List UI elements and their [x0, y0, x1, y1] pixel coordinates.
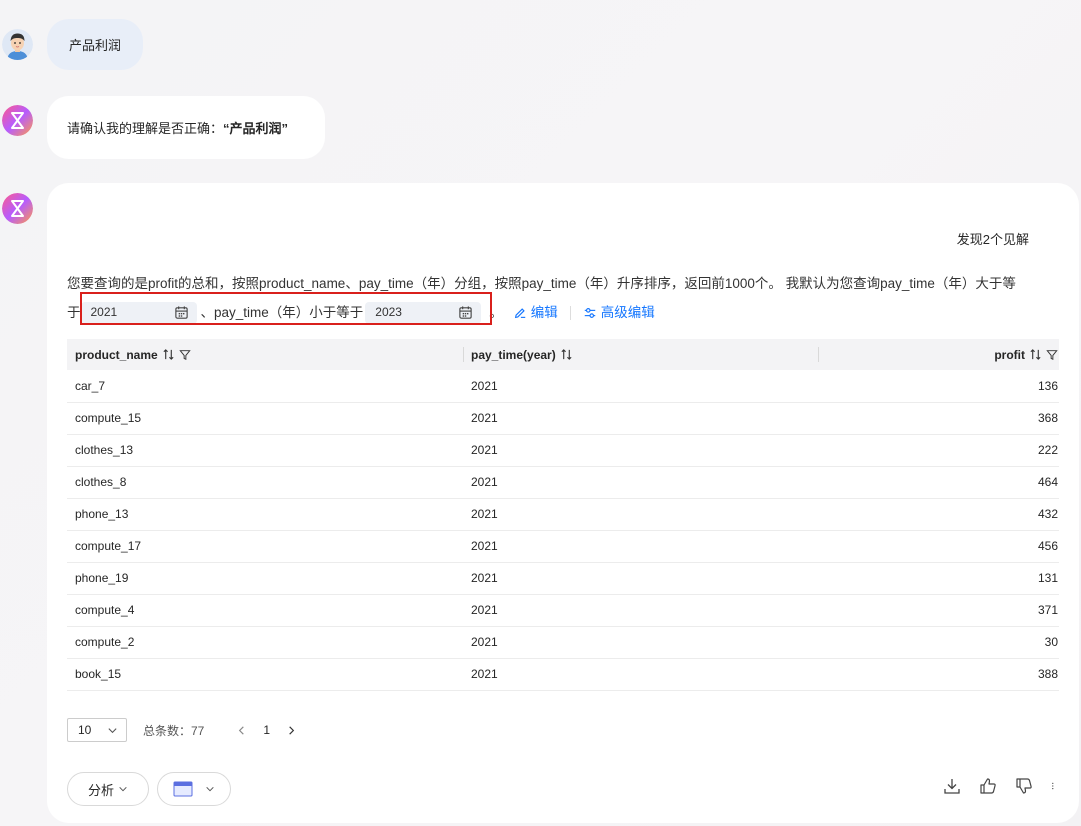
- chevron-down-icon: [108, 727, 117, 733]
- table-row: compute_2 2021 30: [67, 626, 1059, 659]
- cell-product-name: compute_17: [67, 530, 463, 563]
- confirm-prefix: 请确认我的理解是否正确：: [67, 121, 224, 136]
- to-year-picker[interactable]: 2023: [365, 301, 482, 324]
- cell-product-name: car_7: [67, 370, 463, 403]
- pencil-icon: [514, 307, 526, 318]
- column-header-product-name[interactable]: product_name: [67, 339, 463, 370]
- user-message-text: 产品利润: [68, 38, 121, 53]
- from-year-value: 2021: [90, 305, 118, 319]
- sort-icon[interactable]: [1029, 348, 1042, 361]
- pagination: 10 总条数：77 1: [67, 718, 297, 742]
- chart-type-dropdown-button[interactable]: [157, 772, 231, 806]
- cell-pay-time: 2021: [463, 434, 818, 467]
- table-row: compute_15 2021 368: [67, 402, 1059, 435]
- column-header-pay-time[interactable]: pay_time(year): [463, 339, 818, 370]
- chevron-down-icon: [206, 786, 214, 792]
- description-yu: 于: [67, 305, 81, 320]
- chevron-right-icon[interactable]: [286, 725, 297, 736]
- advanced-edit-button[interactable]: 高级编辑: [583, 298, 655, 327]
- header-label: profit: [994, 347, 1025, 362]
- cell-profit: 456: [818, 530, 1059, 563]
- table-view-icon: [173, 781, 193, 797]
- result-card: 发现2个见解 您要查询的是profit的总和，按照product_name、pa…: [47, 183, 1079, 823]
- cell-profit: 464: [818, 466, 1059, 499]
- table-header-row: product_name pay_time(year) profit: [67, 339, 1059, 370]
- sort-icon[interactable]: [560, 348, 573, 361]
- cell-profit: 388: [818, 658, 1059, 691]
- description-line1: 您要查询的是profit的总和，按照product_name、pay_time（…: [67, 276, 1016, 291]
- table-row: compute_4 2021 371: [67, 594, 1059, 627]
- page-size-value: 10: [78, 723, 92, 737]
- query-description: 您要查询的是profit的总和，按照product_name、pay_time（…: [67, 269, 1057, 327]
- cell-pay-time: 2021: [463, 498, 818, 531]
- edit-button[interactable]: 编辑: [513, 298, 558, 327]
- user-message-bubble: 产品利润: [47, 19, 143, 70]
- cell-profit: 30: [818, 626, 1059, 659]
- cell-product-name: phone_13: [67, 498, 463, 531]
- calendar-icon: [174, 306, 188, 319]
- chevron-left-icon[interactable]: [236, 725, 247, 736]
- current-page[interactable]: 1: [263, 723, 270, 737]
- cell-profit: 371: [818, 594, 1059, 627]
- result-table: product_name pay_time(year) profit car_7…: [67, 339, 1059, 691]
- cell-pay-time: 2021: [463, 402, 818, 435]
- cell-product-name: book_15: [67, 658, 463, 691]
- page-size-select[interactable]: 10: [67, 718, 127, 742]
- edit-label: 编辑: [530, 305, 558, 320]
- table-row: book_15 2021 388: [67, 658, 1059, 691]
- cell-pay-time: 2021: [463, 562, 818, 595]
- filter-icon[interactable]: [178, 349, 191, 361]
- to-year-value: 2023: [375, 305, 402, 319]
- cell-product-name: clothes_8: [67, 466, 463, 499]
- assistant-avatar: [2, 105, 33, 136]
- cell-profit: 131: [818, 562, 1059, 595]
- cell-profit: 222: [818, 434, 1059, 467]
- assistant-avatar: [2, 193, 33, 224]
- more-vertical-icon[interactable]: [1051, 777, 1059, 795]
- download-icon[interactable]: [943, 777, 961, 795]
- calendar-icon: [459, 306, 472, 319]
- user-avatar: [2, 29, 33, 60]
- cell-pay-time: 2021: [463, 658, 818, 691]
- cell-product-name: clothes_13: [67, 434, 463, 467]
- chevron-down-icon: [119, 786, 127, 792]
- sort-icon[interactable]: [162, 348, 175, 361]
- divider: [569, 305, 571, 320]
- column-header-profit[interactable]: profit: [818, 339, 1059, 370]
- table-row: compute_17 2021 456: [67, 530, 1059, 563]
- sliders-icon: [584, 307, 596, 318]
- confirm-quoted: “产品利润”: [223, 121, 289, 136]
- thumbs-up-icon[interactable]: [979, 777, 997, 795]
- analyze-dropdown-button[interactable]: 分析: [67, 772, 149, 806]
- cell-pay-time: 2021: [463, 466, 818, 499]
- from-year-picker[interactable]: 2021: [80, 301, 197, 324]
- cell-product-name: compute_15: [67, 402, 463, 435]
- table-row: clothes_8 2021 464: [67, 466, 1059, 499]
- table-row: phone_13 2021 432: [67, 498, 1059, 531]
- cell-pay-time: 2021: [463, 626, 818, 659]
- filter-icon[interactable]: [1046, 349, 1058, 361]
- cell-pay-time: 2021: [463, 530, 818, 563]
- cell-profit: 432: [818, 498, 1059, 531]
- header-label: product_name: [75, 347, 158, 362]
- header-label: pay_time(year): [471, 347, 556, 362]
- thumbs-down-icon[interactable]: [1015, 777, 1033, 795]
- cell-product-name: compute_2: [67, 626, 463, 659]
- description-end: 。: [489, 305, 503, 320]
- cell-pay-time: 2021: [463, 594, 818, 627]
- table-row: car_7 2021 136: [67, 370, 1059, 403]
- cell-profit: 368: [818, 402, 1059, 435]
- table-row: clothes_13 2021 222: [67, 434, 1059, 467]
- description-mid: 、pay_time（年）小于等于: [200, 305, 364, 320]
- analyze-label: 分析: [87, 782, 114, 798]
- insight-link[interactable]: 发现2个见解: [957, 229, 1029, 248]
- cell-product-name: phone_19: [67, 562, 463, 595]
- cell-product-name: compute_4: [67, 594, 463, 627]
- total-count: 总条数：77: [143, 723, 205, 738]
- advanced-edit-label: 高级编辑: [600, 305, 655, 320]
- confirm-bubble: 请确认我的理解是否正确： “产品利润”: [47, 96, 325, 159]
- cell-pay-time: 2021: [463, 370, 818, 403]
- table-row: phone_19 2021 131: [67, 562, 1059, 595]
- cell-profit: 136: [818, 370, 1059, 403]
